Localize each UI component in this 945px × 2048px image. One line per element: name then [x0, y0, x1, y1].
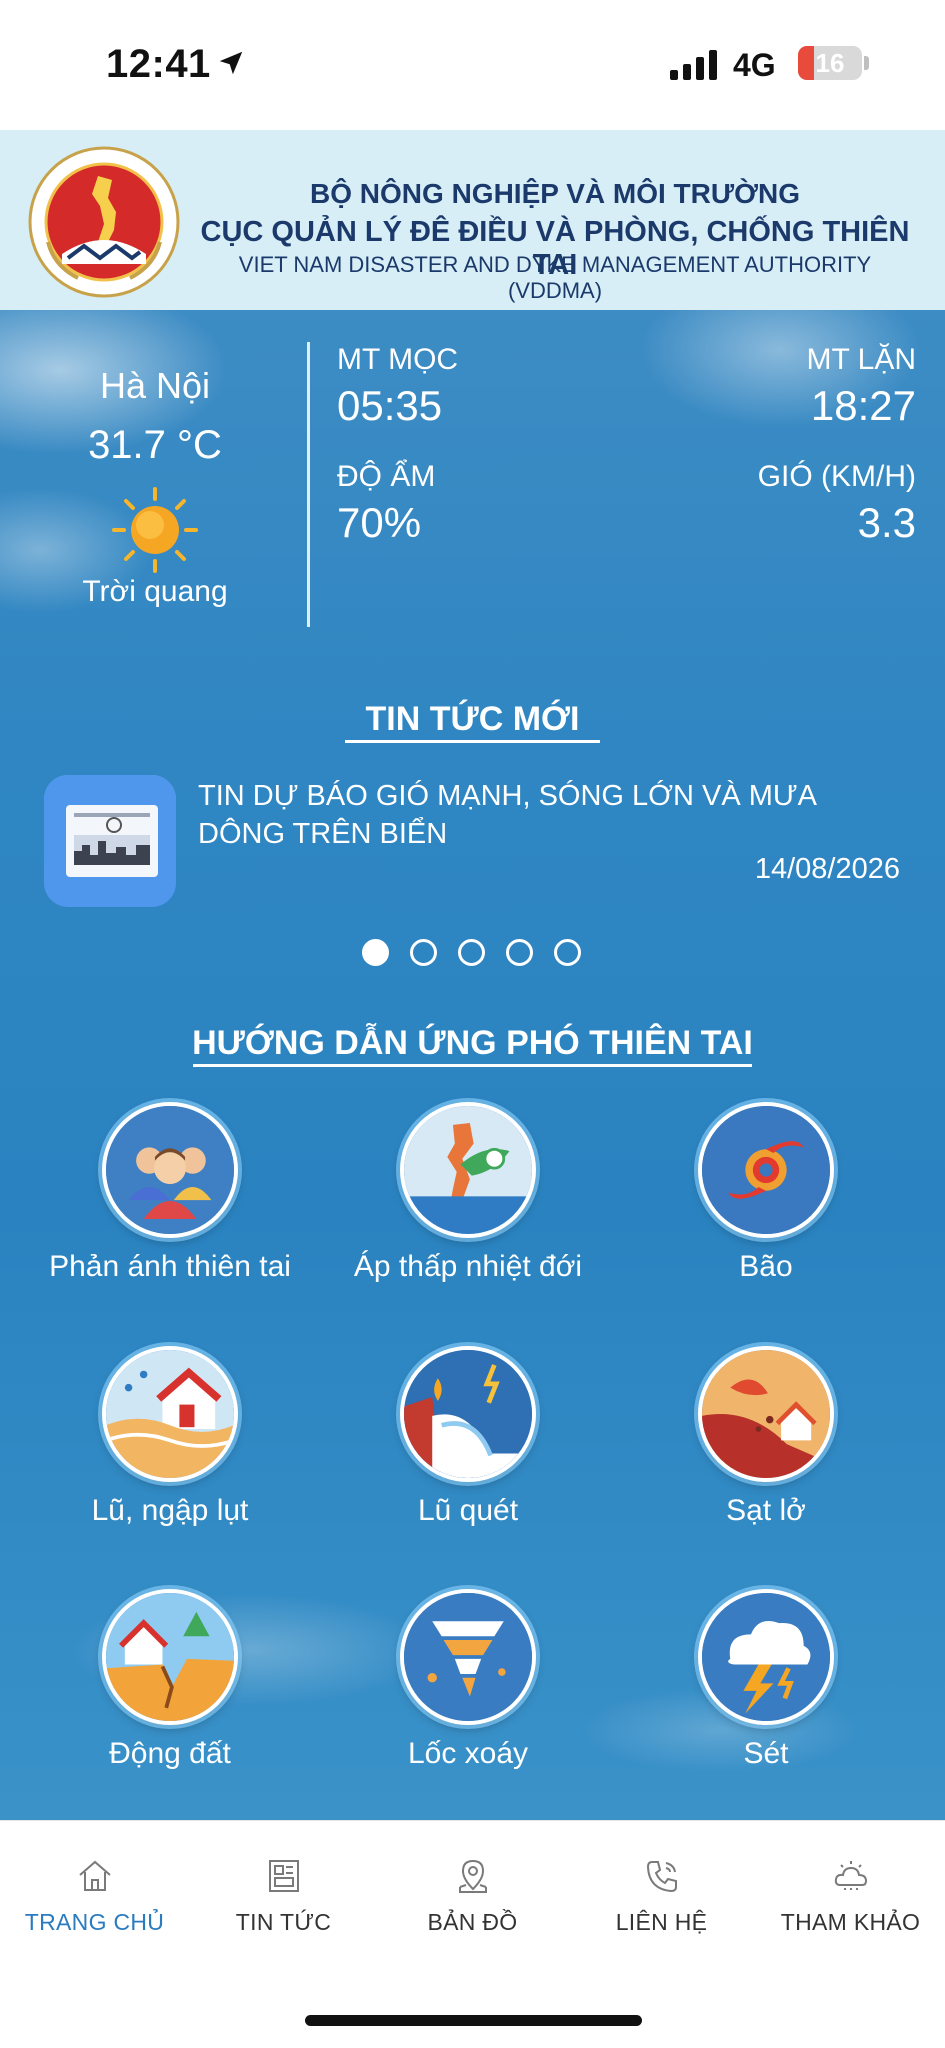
flash-flood-icon: [400, 1346, 536, 1482]
ministry-name: BỘ NÔNG NGHIỆP VÀ MÔI TRƯỜNG: [310, 178, 800, 209]
nav-item-news[interactable]: TIN TỨC: [189, 1837, 378, 1937]
guide-label-landslide: Sạt lở: [726, 1494, 806, 1527]
agency-name-english: VIET NAM DISASTER AND DYKE MANAGEMENT AU…: [238, 252, 872, 303]
guide-label-report: Phản ánh thiên tai: [49, 1250, 291, 1283]
guide-label-tornado: Lốc xoáy: [407, 1737, 529, 1770]
landslide-icon: [698, 1346, 834, 1482]
news-pagination: [360, 939, 600, 969]
guide-section-title: HƯỚNG DẪN ỨNG PHÓ THIÊN TAI: [192, 1024, 753, 1062]
page-dot-1[interactable]: [362, 939, 389, 966]
home-icon: [79, 1860, 111, 1891]
sunrise-label: MT MỌC: [337, 343, 459, 376]
guide-label-flash-flood: Lũ quét: [417, 1494, 519, 1527]
page-dot-2[interactable]: [410, 939, 437, 966]
nav-item-home[interactable]: TRANG CHỦ: [0, 1837, 189, 1937]
humidity-value: 70%: [337, 499, 422, 546]
people-report-icon: [102, 1102, 238, 1238]
sun-icon: [112, 487, 198, 573]
guide-label-tropical-depression: Áp thấp nhiệt đới: [353, 1250, 583, 1283]
nav-label-contact: LIÊN HỆ: [615, 1909, 708, 1935]
news-section-title: TIN TỨC MỚI: [365, 700, 580, 738]
news-item-title[interactable]: TIN DỰ BÁO GIÓ MẠNH, SÓNG LỚN VÀ MƯA DÔN…: [198, 777, 898, 853]
nav-label-reference: THAM KHẢO: [780, 1909, 921, 1935]
flood-icon: [102, 1346, 238, 1482]
weather-condition: Trời quang: [82, 575, 228, 608]
wind-label: GIÓ (KM/H): [757, 460, 916, 493]
weather-cloud-icon: [834, 1861, 868, 1890]
news-icon: [269, 1860, 299, 1892]
home-indicator[interactable]: [305, 2015, 642, 2026]
battery-level: 16: [815, 48, 845, 78]
weather-divider: [307, 342, 310, 627]
guide-label-flood: Lũ, ngập lụt: [91, 1494, 249, 1527]
nav-item-map[interactable]: BẢN ĐỒ: [378, 1837, 567, 1937]
nav-item-reference[interactable]: THAM KHẢO: [756, 1837, 945, 1937]
status-time: 12:41: [106, 42, 211, 86]
newspaper-icon[interactable]: [44, 775, 176, 907]
lightning-icon: [698, 1589, 834, 1725]
tornado-icon: [400, 1589, 536, 1725]
guide-label-earthquake: Động đất: [109, 1737, 231, 1770]
earthquake-icon: [102, 1589, 238, 1725]
nav-label-home: TRANG CHỦ: [24, 1909, 165, 1935]
news-item-date: 14/08/2026: [754, 853, 900, 885]
storm-icon: [698, 1102, 834, 1238]
guide-title-underline: [193, 1064, 752, 1067]
guide-label-storm: Bão: [739, 1250, 793, 1283]
sunset-value: 18:27: [810, 382, 916, 429]
phone-icon: [646, 1861, 677, 1893]
wind-value: 3.3: [857, 499, 916, 546]
tropical-depression-icon: [400, 1102, 536, 1238]
network-type: 4G: [733, 47, 776, 83]
guide-label-lightning: Sét: [743, 1737, 789, 1770]
location-arrow-icon: [219, 51, 243, 75]
page-dot-5[interactable]: [554, 939, 581, 966]
page-dot-3[interactable]: [458, 939, 485, 966]
page-dot-4[interactable]: [506, 939, 533, 966]
agency-header: BỘ NÔNG NGHIỆP VÀ MÔI TRƯỜNG CỤC QUẢN LÝ…: [0, 130, 945, 310]
status-bar: 12:41 4G 16: [0, 0, 945, 130]
battery-icon: 16: [798, 46, 862, 80]
weather-temperature: 31.7 °C: [88, 423, 222, 467]
map-pin-icon: [459, 1859, 487, 1893]
weather-city: Hà Nội: [99, 365, 211, 406]
nav-label-news: TIN TỨC: [235, 1909, 332, 1935]
nav-item-contact[interactable]: LIÊN HỆ: [567, 1837, 756, 1937]
sunset-label: MT LẶN: [806, 343, 916, 376]
news-title-underline: [345, 740, 600, 743]
nav-label-map: BẢN ĐỒ: [427, 1909, 518, 1935]
agency-logo: [28, 146, 180, 298]
sunrise-value: 05:35: [337, 382, 443, 429]
bottom-navigation: TRANG CHỦ TIN TỨC BẢN ĐỒ LIÊN HỆ THAM KH…: [0, 1820, 945, 2048]
humidity-label: ĐỘ ẨM: [337, 460, 436, 493]
signal-icon: [670, 50, 717, 80]
